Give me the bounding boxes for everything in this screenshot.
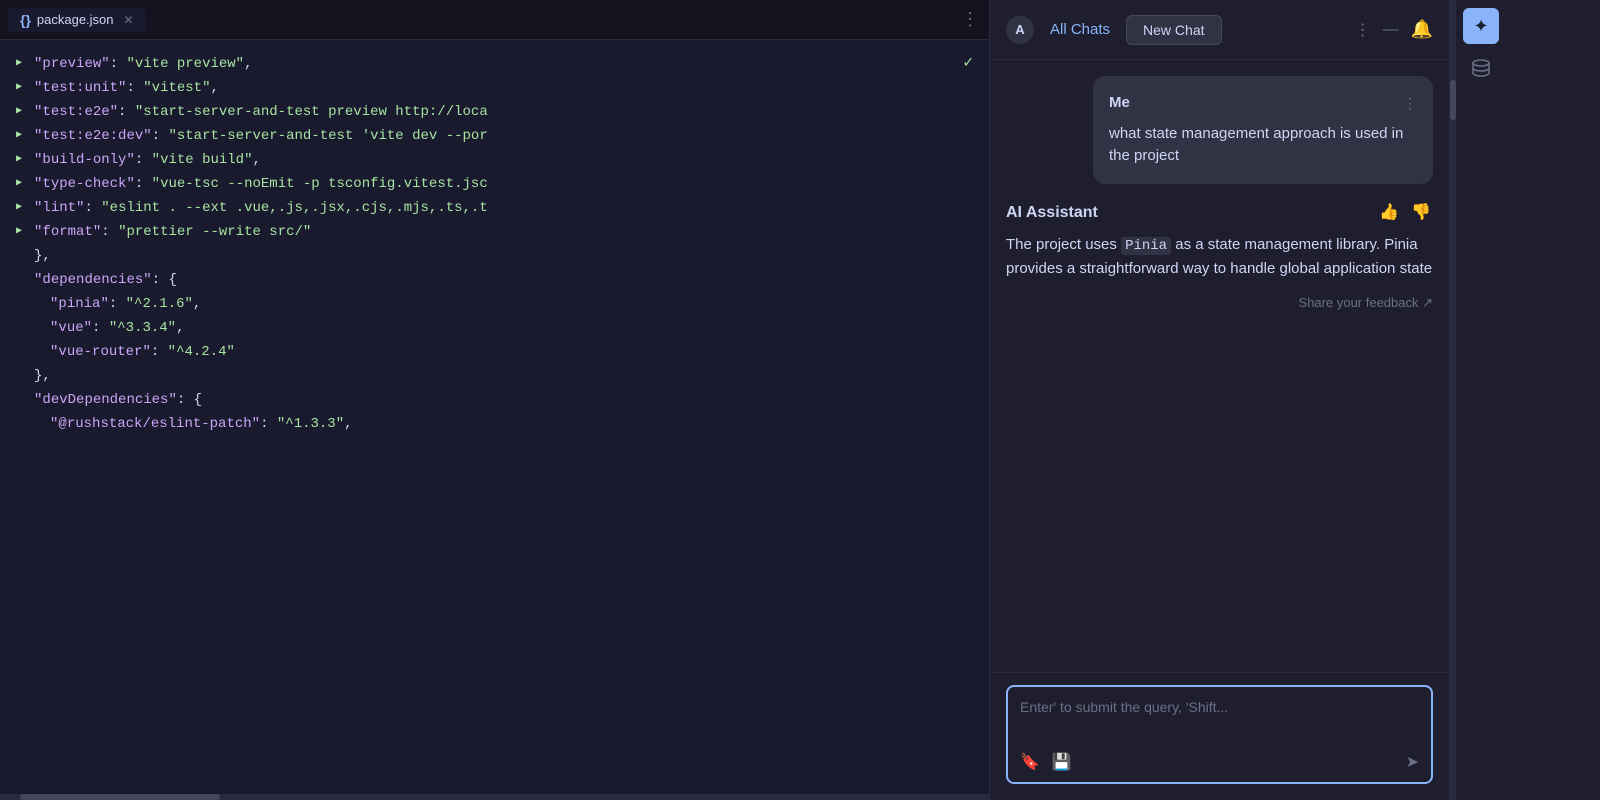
save-tool-button[interactable]: 💾 xyxy=(1052,752,1072,772)
code-text: "test:e2e:dev": "start-server-and-test '… xyxy=(34,125,488,147)
code-text: }, xyxy=(34,365,51,387)
code-text: "lint": "eslint . --ext .vue,.js,.jsx,.c… xyxy=(34,197,488,219)
bell-icon[interactable]: 🔔 xyxy=(1411,19,1433,40)
chat-header: A All Chats New Chat ⋮ — 🔔 xyxy=(990,0,1449,60)
code-text: "type-check": "vue-tsc --noEmit -p tscon… xyxy=(34,173,488,195)
code-line: ▶ }, xyxy=(0,244,989,268)
chat-input-area: 🔖 💾 ➤ xyxy=(990,672,1449,800)
json-icon: {} xyxy=(20,12,31,28)
user-message-text: what state management approach is used i… xyxy=(1109,123,1417,168)
code-line: ▶ "vue": "^3.3.4", xyxy=(0,316,989,340)
run-button[interactable]: ▶ xyxy=(16,176,22,192)
ai-message-header: AI Assistant 👍 👎 xyxy=(1006,200,1433,226)
chat-panel: A All Chats New Chat ⋮ — 🔔 Me ⋮ what sta… xyxy=(990,0,1450,800)
bookmark-tool-button[interactable]: 🔖 xyxy=(1020,752,1040,772)
run-button[interactable]: ▶ xyxy=(16,56,22,72)
code-line: ▶ "format": "prettier --write src/" xyxy=(0,220,989,244)
code-line: ▶ "lint": "eslint . --ext .vue,.js,.jsx,… xyxy=(0,196,989,220)
editor-scrollbar-thumb[interactable] xyxy=(20,794,220,800)
sparkle-icon: ✦ xyxy=(1473,16,1488,37)
all-chats-button[interactable]: All Chats xyxy=(1042,15,1118,44)
code-text: "pinia": "^2.1.6", xyxy=(34,293,201,315)
code-line: ▶ "build-only": "vite build", xyxy=(0,148,989,172)
code-text: "vue": "^3.3.4", xyxy=(34,317,184,339)
more-options-icon[interactable]: ⋮ xyxy=(1355,20,1371,40)
send-button[interactable]: ➤ xyxy=(1406,752,1419,772)
chat-scrollbar-thumb[interactable] xyxy=(1450,80,1456,120)
ai-actions: 👍 👎 xyxy=(1377,200,1433,224)
run-button[interactable]: ▶ xyxy=(16,200,22,216)
tab-bar: {} package.json ✕ ⋮ xyxy=(0,0,989,40)
checkmark-icon: ✓ xyxy=(963,51,973,77)
code-line: ▶ "preview": "vite preview", ✓ xyxy=(0,52,989,76)
chat-messages: Me ⋮ what state management approach is u… xyxy=(990,60,1449,672)
editor-panel: {} package.json ✕ ⋮ ▶ "preview": "vite p… xyxy=(0,0,990,800)
feedback-link[interactable]: Share your feedback ↗ xyxy=(1006,293,1433,314)
code-line: ▶ "pinia": "^2.1.6", xyxy=(0,292,989,316)
code-line: ▶ "type-check": "vue-tsc --noEmit -p tsc… xyxy=(0,172,989,196)
user-name: Me xyxy=(1109,92,1130,115)
code-text: "preview": "vite preview", xyxy=(34,53,252,75)
code-text: "vue-router": "^4.2.4" xyxy=(34,341,235,363)
sparkle-icon-button[interactable]: ✦ xyxy=(1463,8,1499,44)
code-text: "@rushstack/eslint-patch": "^1.3.3", xyxy=(34,413,352,435)
code-text: "dependencies": { xyxy=(34,269,177,291)
code-line: ▶ "test:e2e": "start-server-and-test pre… xyxy=(0,100,989,124)
thumbs-down-button[interactable]: 👎 xyxy=(1409,200,1433,224)
ai-name: AI Assistant xyxy=(1006,200,1098,226)
ai-message: AI Assistant 👍 👎 The project uses Pinia … xyxy=(1006,200,1433,315)
run-button[interactable]: ▶ xyxy=(16,128,22,144)
editor-more-button[interactable]: ⋮ xyxy=(961,9,981,30)
code-line: ▶ "test:unit": "vitest", xyxy=(0,76,989,100)
run-button[interactable]: ▶ xyxy=(16,80,22,96)
code-line: ▶ "vue-router": "^4.2.4" xyxy=(0,340,989,364)
code-line: ▶ "dependencies": { xyxy=(0,268,989,292)
ai-logo: A xyxy=(1006,16,1034,44)
code-text: "devDependencies": { xyxy=(34,389,202,411)
code-text: "test:unit": "vitest", xyxy=(34,77,219,99)
run-button[interactable]: ▶ xyxy=(16,224,22,240)
message-more-icon[interactable]: ⋮ xyxy=(1403,93,1417,114)
run-button[interactable]: ▶ xyxy=(16,152,22,168)
code-line: ▶ "devDependencies": { xyxy=(0,388,989,412)
thumbs-up-button[interactable]: 👍 xyxy=(1377,200,1401,224)
run-button[interactable]: ▶ xyxy=(16,104,22,120)
new-chat-button[interactable]: New Chat xyxy=(1126,15,1221,45)
editor-scrollbar[interactable] xyxy=(0,794,989,800)
chat-input[interactable] xyxy=(1020,699,1419,739)
tab-label: package.json xyxy=(37,12,114,27)
code-text: "build-only": "vite build", xyxy=(34,149,261,171)
user-message-header: Me ⋮ xyxy=(1109,92,1417,115)
code-text: "format": "prettier --write src/" xyxy=(34,221,311,243)
chat-input-wrapper: 🔖 💾 ➤ xyxy=(1006,685,1433,784)
side-icons-panel: ✦ xyxy=(1456,0,1506,800)
code-line: ▶ }, xyxy=(0,364,989,388)
tab-close-button[interactable]: ✕ xyxy=(124,13,134,27)
minimize-icon[interactable]: — xyxy=(1383,21,1399,39)
database-icon-button[interactable] xyxy=(1463,52,1499,88)
database-icon xyxy=(1471,58,1491,83)
input-tools: 🔖 💾 xyxy=(1020,752,1072,772)
code-text: }, xyxy=(34,245,51,267)
editor-tab-package-json[interactable]: {} package.json ✕ xyxy=(8,8,146,32)
code-text: "test:e2e": "start-server-and-test previ… xyxy=(34,101,488,123)
header-actions: ⋮ — 🔔 xyxy=(1355,19,1433,40)
code-line: ▶ "test:e2e:dev": "start-server-and-test… xyxy=(0,124,989,148)
code-editor: ▶ "preview": "vite preview", ✓ ▶ "test:u… xyxy=(0,40,989,794)
user-message: Me ⋮ what state management approach is u… xyxy=(1093,76,1433,184)
chat-input-footer: 🔖 💾 ➤ xyxy=(1020,752,1419,772)
ai-message-body: The project uses Pinia as a state manage… xyxy=(1006,233,1433,281)
code-line: ▶ "@rushstack/eslint-patch": "^1.3.3", xyxy=(0,412,989,436)
